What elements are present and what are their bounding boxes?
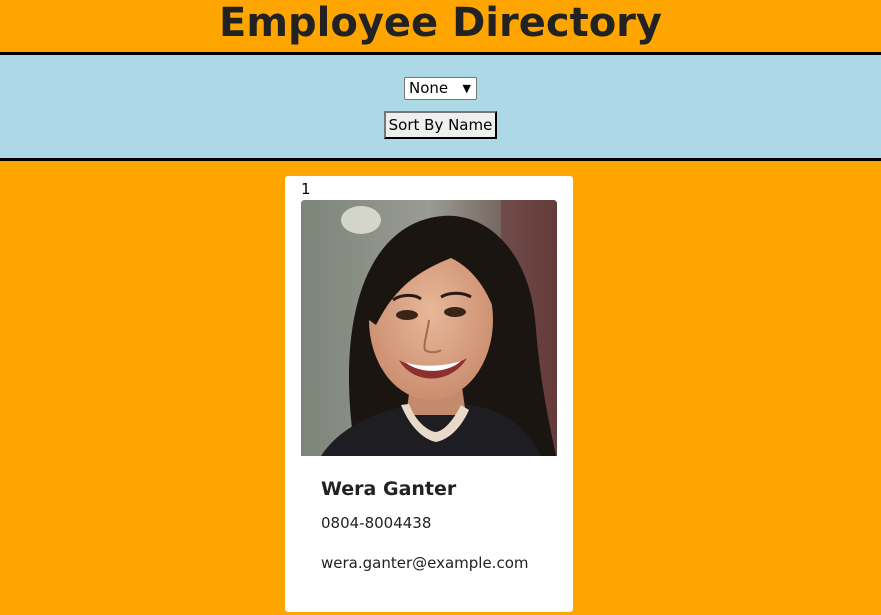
employee-email: wera.ganter@example.com bbox=[321, 554, 529, 572]
page-title: Employee Directory bbox=[219, 0, 662, 46]
sort-by-name-button[interactable]: Sort By Name bbox=[384, 111, 497, 139]
employee-phone: 0804-8004438 bbox=[321, 514, 432, 532]
page-header: Employee Directory bbox=[0, 0, 881, 55]
card-index: 1 bbox=[301, 180, 311, 198]
chevron-down-icon: ▼ bbox=[462, 82, 471, 95]
employee-name: Wera Ganter bbox=[321, 478, 457, 500]
controls-bar: None ▼ Sort By Name bbox=[0, 55, 881, 161]
filter-select[interactable]: None ▼ bbox=[404, 77, 477, 100]
filter-select-value: None bbox=[409, 79, 449, 97]
employee-photo-image bbox=[301, 200, 557, 456]
employee-photo bbox=[301, 200, 557, 456]
employee-card: 1 Wera Ganter 0804-8004438 wera.ganter@e… bbox=[285, 176, 573, 612]
